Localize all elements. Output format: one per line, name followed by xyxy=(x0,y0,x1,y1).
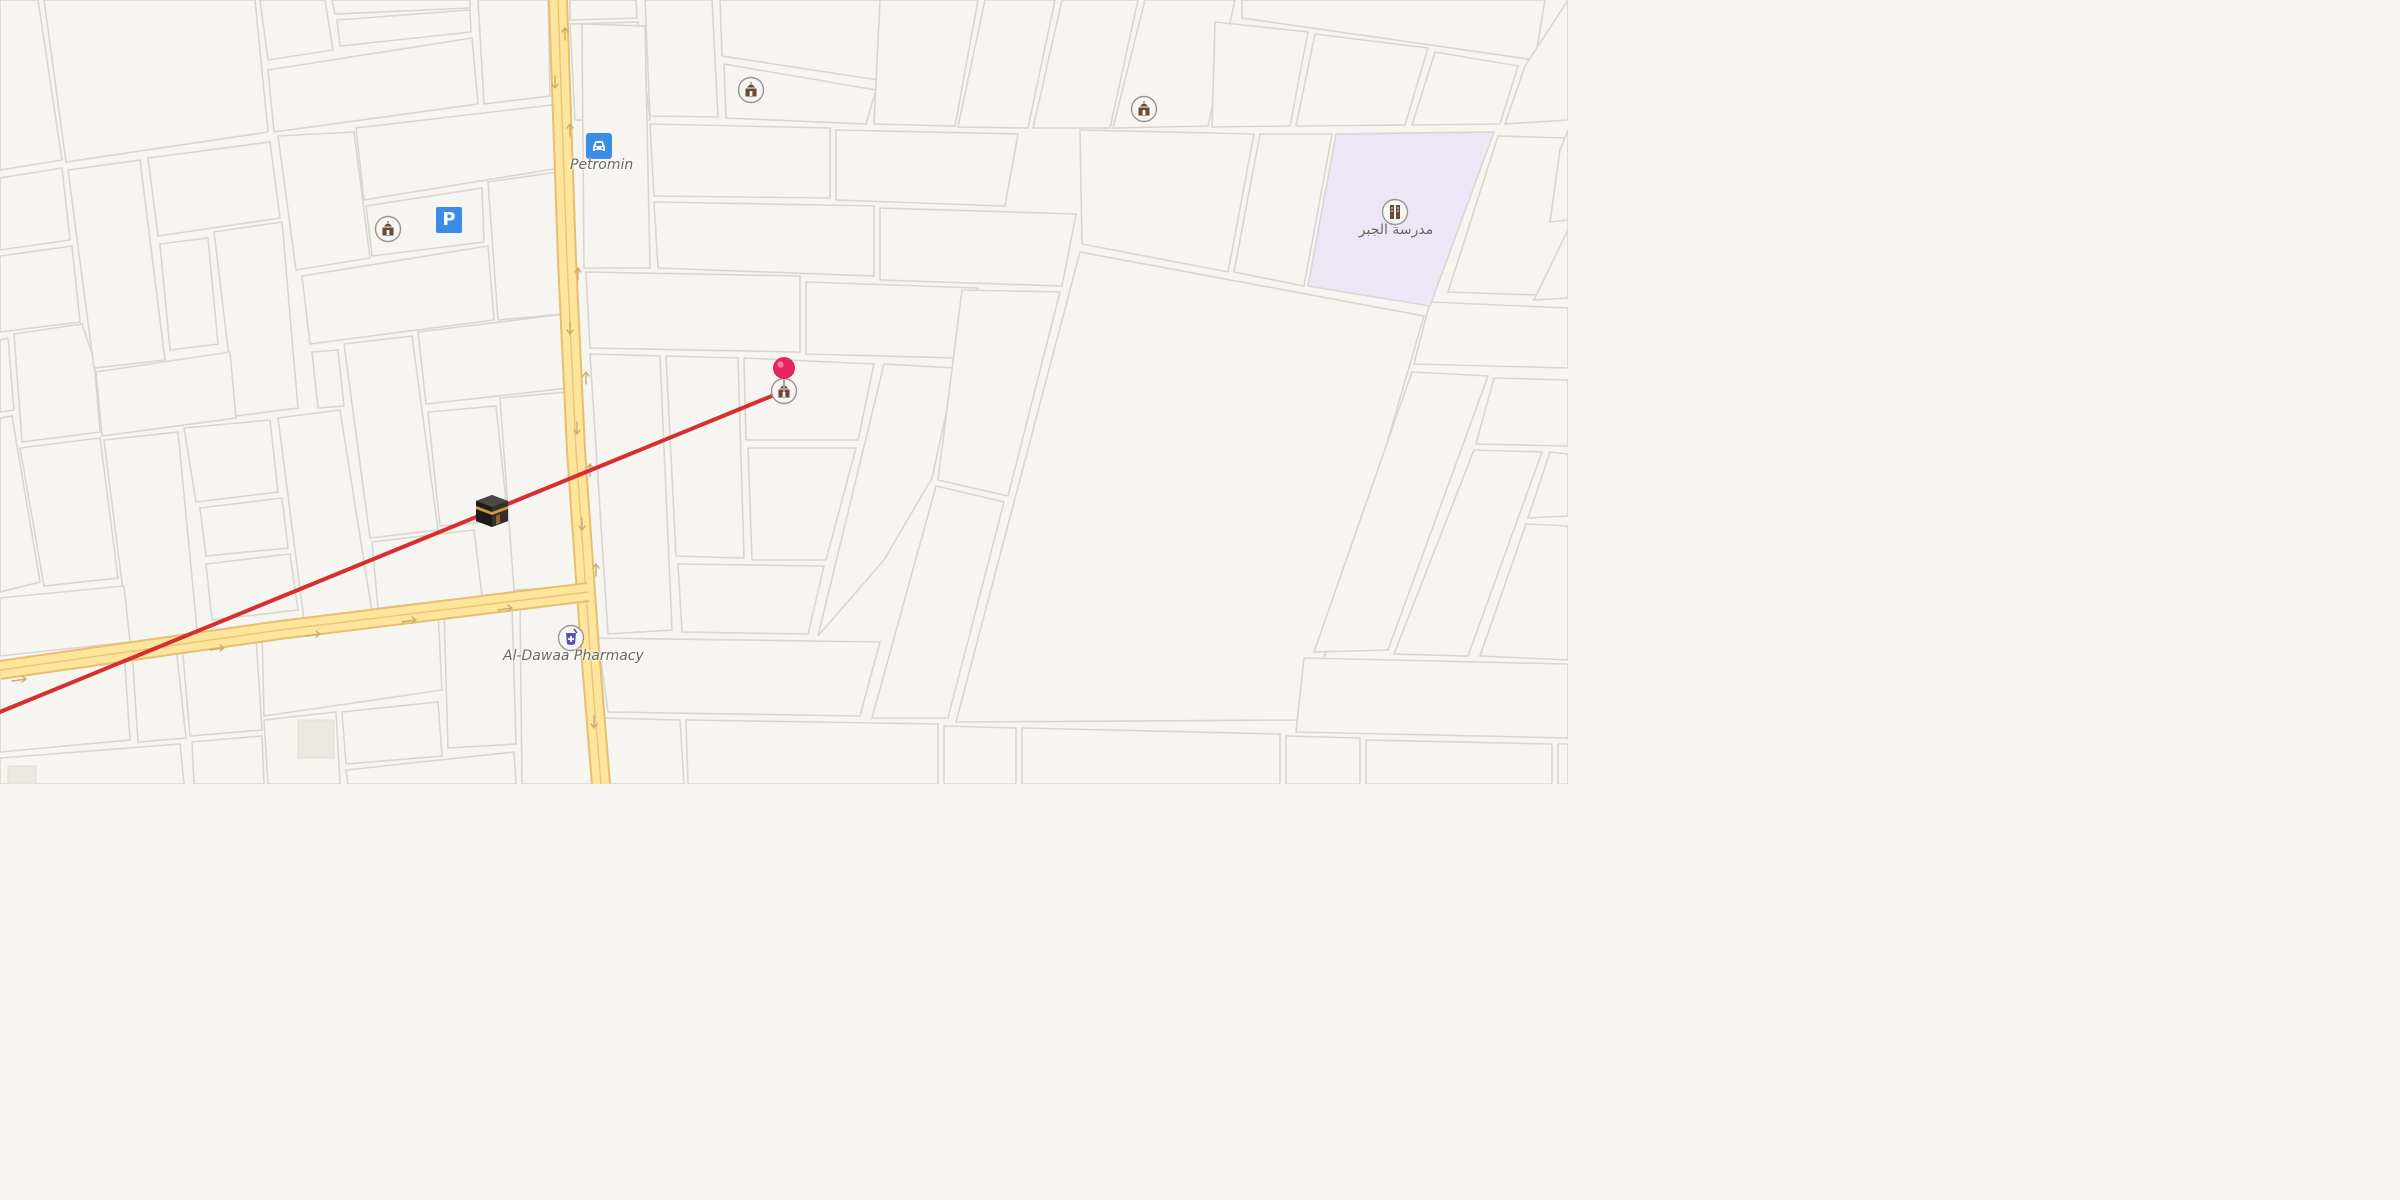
mosque-poi[interactable] xyxy=(737,76,765,104)
car-icon xyxy=(593,141,605,151)
pharmacy-label[interactable]: Al-Dawaa Pharmacy xyxy=(503,648,644,664)
building-footprint xyxy=(7,765,37,784)
kaaba-marker[interactable] xyxy=(473,492,511,530)
mosque-poi[interactable] xyxy=(374,215,402,243)
map-canvas[interactable]: P Petromin Al-Dawaa Pharmacy مدرسة الجبر xyxy=(0,0,1568,784)
mosque-icon xyxy=(374,215,402,243)
location-pin[interactable] xyxy=(771,356,797,394)
mosque-icon xyxy=(1130,95,1158,123)
school-label[interactable]: مدرسة الجبر xyxy=(1350,222,1442,238)
car-service-poi[interactable] xyxy=(586,133,612,159)
kaaba-icon xyxy=(476,495,508,527)
parking-icon: P xyxy=(442,209,456,230)
mosque-poi[interactable] xyxy=(1130,95,1158,123)
location-pin-icon xyxy=(773,357,795,392)
parking-poi[interactable]: P xyxy=(436,207,462,233)
petromin-label[interactable]: Petromin xyxy=(570,157,633,173)
building-footprint xyxy=(297,719,335,759)
mosque-icon xyxy=(737,76,765,104)
